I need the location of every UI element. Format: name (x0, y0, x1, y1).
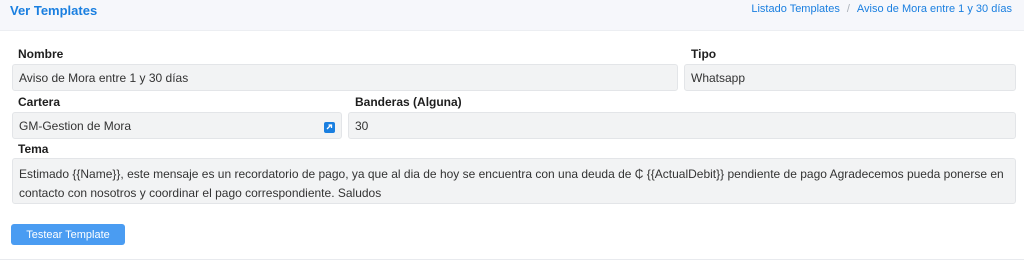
nombre-label: Nombre (18, 47, 64, 61)
cartera-value: GM-Gestion de Mora (19, 118, 132, 133)
nombre-value: Aviso de Mora entre 1 y 30 días (19, 70, 189, 85)
page-title: Ver Templates (10, 3, 98, 18)
tema-label: Tema (18, 142, 49, 156)
breadcrumb-link-listado[interactable]: Listado Templates (751, 3, 839, 15)
divider (0, 259, 1024, 260)
banderas-label: Banderas (Alguna) (355, 95, 462, 109)
external-link-icon[interactable] (324, 122, 335, 133)
breadcrumb-separator: / (846, 3, 850, 15)
breadcrumb-current[interactable]: Aviso de Mora entre 1 y 30 días (857, 3, 1012, 15)
tipo-field[interactable]: Whatsapp (684, 64, 1016, 91)
tema-textarea[interactable]: Estimado {{Name}}, este mensaje es un re… (12, 158, 1016, 204)
testear-template-button[interactable]: Testear Template (11, 224, 125, 245)
banderas-value: 30 (355, 118, 369, 133)
breadcrumb: Listado Templates / Aviso de Mora entre … (751, 3, 1012, 15)
banderas-field[interactable]: 30 (348, 112, 1016, 139)
tipo-label: Tipo (691, 47, 717, 61)
tipo-value: Whatsapp (691, 70, 746, 85)
cartera-select[interactable]: GM-Gestion de Mora (12, 112, 342, 139)
tema-value: Estimado {{Name}}, este mensaje es un re… (19, 167, 1004, 200)
nombre-field[interactable]: Aviso de Mora entre 1 y 30 días (12, 64, 678, 91)
cartera-label: Cartera (18, 95, 61, 109)
page-header: Ver Templates Listado Templates / Aviso … (0, 0, 1024, 31)
